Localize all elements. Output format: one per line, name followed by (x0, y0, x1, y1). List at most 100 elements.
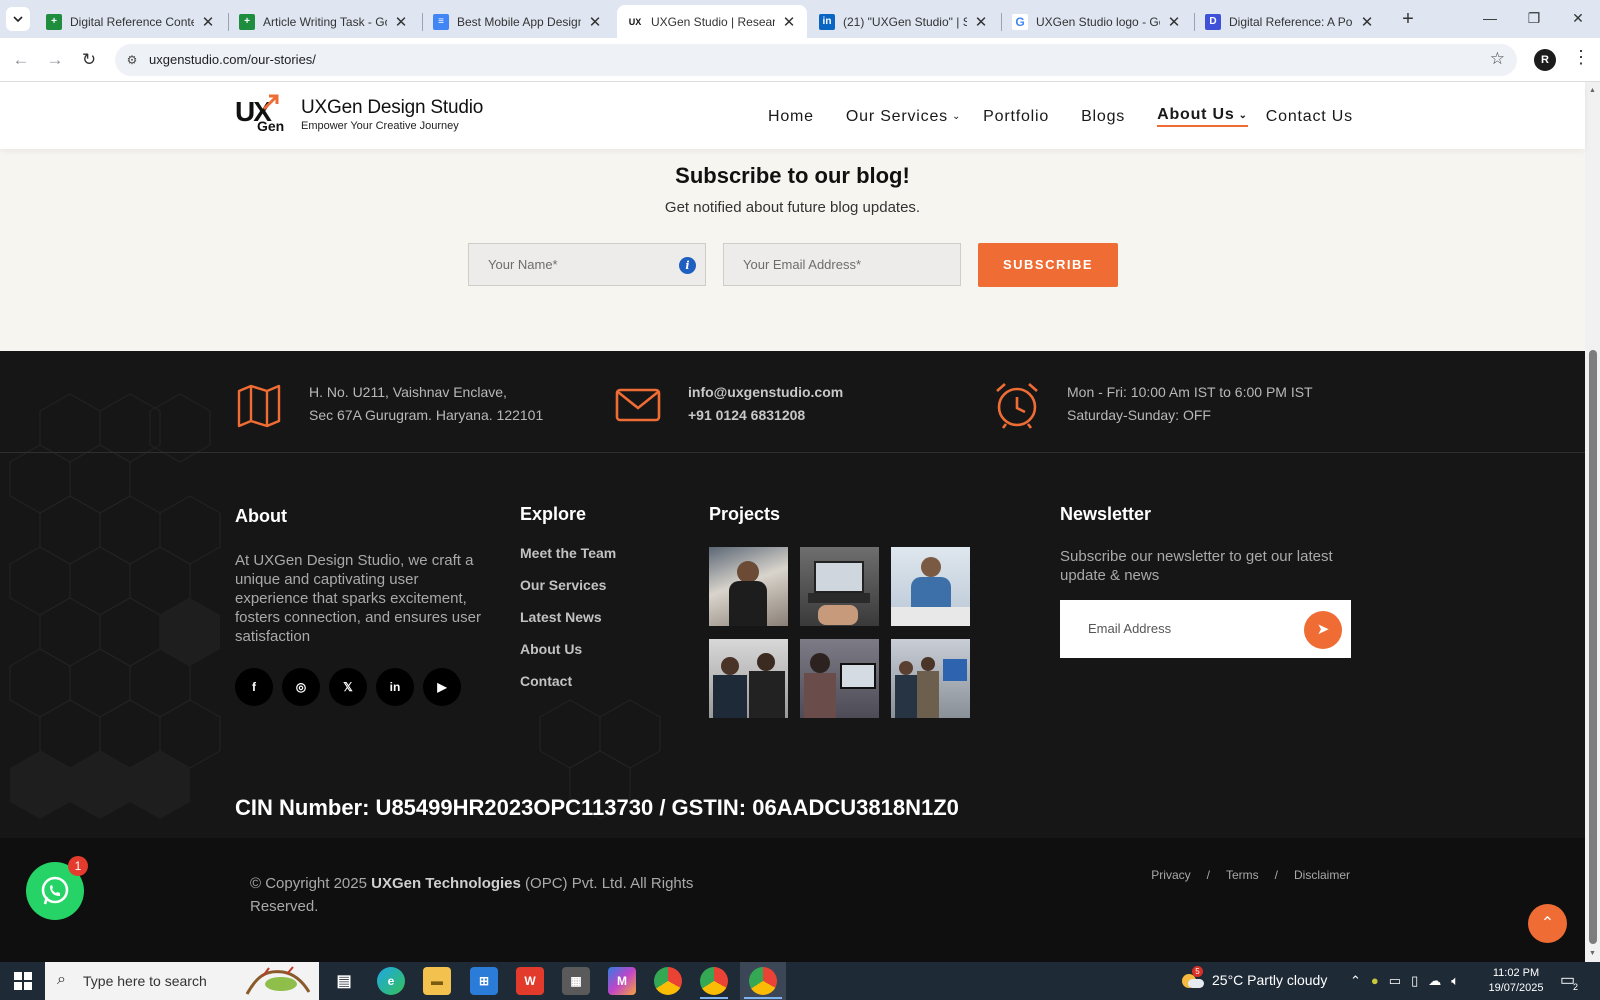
close-icon[interactable]: ✕ (587, 13, 603, 31)
browser-tab[interactable]: + Digital Reference Content ✕ (36, 5, 226, 38)
linkedin-icon[interactable]: in (376, 668, 414, 706)
alarm-clock-icon (996, 383, 1038, 429)
tab-search-button[interactable] (6, 7, 30, 31)
nav-contact-us[interactable]: Contact Us (1266, 108, 1353, 126)
taskbar-search-box[interactable]: ⌕ Type here to search (45, 962, 319, 1000)
volume-icon[interactable]: 🔈︎ (1451, 973, 1459, 989)
browser-tab[interactable]: ≡ Best Mobile App Design ✕ (423, 5, 613, 38)
new-tab-button[interactable]: + (1395, 6, 1421, 32)
close-icon[interactable]: ✕ (1166, 13, 1182, 31)
nav-about-us[interactable]: About Us ⌄ (1157, 106, 1248, 127)
explore-link[interactable]: About Us (520, 641, 616, 673)
subscribe-button[interactable]: SUBSCRIBE (978, 243, 1118, 287)
notification-count: 2 (1573, 982, 1579, 992)
close-window-button[interactable]: ✕ (1558, 5, 1598, 31)
taskbar-clock[interactable]: 11:02 PM 19/07/2025 (1488, 966, 1544, 996)
contact-phone-link[interactable]: +91 0124 6831208 (688, 404, 843, 427)
disclaimer-link[interactable]: Disclaimer (1294, 868, 1350, 882)
close-icon[interactable]: ✕ (973, 13, 989, 31)
app-icon[interactable]: ▦ (562, 967, 590, 995)
send-icon[interactable]: ➤ (1304, 611, 1342, 649)
bookmark-star-icon[interactable]: ☆ (1490, 49, 1505, 69)
explore-link[interactable]: Meet the Team (520, 545, 616, 577)
url-text[interactable]: uxgenstudio.com/our-stories/ (149, 52, 316, 67)
close-icon[interactable]: ✕ (1359, 13, 1375, 31)
explore-link[interactable]: Latest News (520, 609, 616, 641)
explore-link[interactable]: Our Services (520, 577, 616, 609)
page-viewport: UX Gen UXGen Design Studio Empower Your … (0, 82, 1600, 962)
nav-portfolio[interactable]: Portfolio (983, 108, 1049, 126)
back-button[interactable]: ← (8, 47, 34, 73)
nav-our-services[interactable]: Our Services ⌄ (846, 108, 961, 126)
project-image[interactable] (891, 639, 970, 718)
cin-gstin-text: CIN Number: U85499HR2023OPC113730 / GSTI… (235, 795, 959, 820)
page-scrollbar[interactable]: ▲ ▼ (1585, 82, 1600, 962)
task-view-icon[interactable]: ▤ (330, 967, 358, 995)
privacy-link[interactable]: Privacy (1151, 868, 1190, 882)
reload-button[interactable]: ↻ (76, 47, 102, 73)
running-indicator (700, 997, 728, 999)
browser-tab[interactable]: D Digital Reference: A Portf ✕ (1195, 5, 1385, 38)
site-info-icon[interactable]: ⚙ (123, 51, 141, 69)
email-input[interactable]: Your Email Address* (723, 243, 961, 286)
windows-logo-icon (13, 972, 32, 990)
docs-icon: ≡ (433, 13, 449, 30)
close-icon[interactable]: ✕ (781, 13, 797, 31)
profile-avatar[interactable]: R (1534, 49, 1556, 71)
display-icon[interactable]: ▭ (1389, 973, 1401, 989)
explore-link[interactable]: Contact (520, 673, 616, 705)
start-button[interactable] (0, 962, 45, 1000)
x-icon[interactable]: 𝕏 (329, 668, 367, 706)
newsletter-email-input[interactable]: Email Address ➤ (1060, 600, 1351, 658)
contact-strip: H. No. U211, Vaishnav Enclave, Sec 67A G… (0, 351, 1585, 453)
nav-blogs[interactable]: Blogs (1081, 108, 1125, 126)
google-icon: G (1012, 13, 1028, 30)
search-highlight-art (245, 966, 311, 995)
project-image[interactable] (800, 639, 879, 718)
scroll-up-icon[interactable]: ▲ (1589, 87, 1596, 94)
restore-button[interactable]: ❐ (1514, 5, 1554, 31)
browser-tab[interactable]: + Article Writing Task - Goo ✕ (229, 5, 419, 38)
close-icon[interactable]: ✕ (200, 13, 216, 31)
site-logo[interactable]: UX Gen UXGen Design Studio Empower Your … (235, 92, 483, 136)
instagram-icon[interactable]: ◎ (282, 668, 320, 706)
weather-widget[interactable]: 5 25°C Partly cloudy (1182, 966, 1327, 988)
scroll-to-top-button[interactable]: ⌃ (1528, 904, 1567, 943)
whatsapp-icon (41, 876, 69, 905)
name-input[interactable]: Your Name* i (468, 243, 706, 286)
cloud-offline-icon[interactable]: ☁ (1428, 973, 1441, 989)
browser-tab-active[interactable]: UX UXGen Studio | Research ✕ (617, 5, 807, 38)
minimize-button[interactable]: — (1470, 5, 1510, 31)
chrome-active-icon[interactable] (749, 967, 777, 995)
browser-tab[interactable]: G UXGen Studio logo - Goo ✕ (1002, 5, 1192, 38)
uxgen-icon: UX (627, 13, 643, 30)
wps-office-icon[interactable]: W (516, 967, 544, 995)
chrome-icon[interactable] (654, 967, 682, 995)
project-image[interactable] (800, 547, 879, 626)
project-thumbnails (709, 547, 979, 731)
portfolio-icon: D (1205, 13, 1221, 30)
chrome-profile-icon[interactable] (700, 967, 728, 995)
microsoft-365-icon[interactable]: M (608, 967, 636, 995)
forward-button[interactable]: → (42, 47, 68, 73)
project-image[interactable] (891, 547, 970, 626)
youtube-icon[interactable]: ▶ (423, 668, 461, 706)
terms-link[interactable]: Terms (1226, 868, 1259, 882)
chevron-up-icon[interactable]: ⌃ (1350, 973, 1361, 989)
browser-menu-icon[interactable]: ⋮ (1572, 47, 1590, 68)
facebook-icon[interactable]: f (235, 668, 273, 706)
contact-email-link[interactable]: info@uxgenstudio.com (688, 381, 843, 404)
edge-icon[interactable]: e (377, 967, 405, 995)
project-image[interactable] (709, 547, 788, 626)
app-tray-icon[interactable]: ● (1371, 973, 1379, 989)
scrollbar-thumb[interactable] (1589, 350, 1597, 944)
address-bar[interactable]: ⚙ uxgenstudio.com/our-stories/ ☆ (115, 44, 1517, 76)
close-icon[interactable]: ✕ (393, 13, 409, 31)
browser-tab[interactable]: in (21) "UXGen Studio" | Sea ✕ (809, 5, 999, 38)
scroll-down-icon[interactable]: ▼ (1589, 950, 1596, 957)
project-image[interactable] (709, 639, 788, 718)
file-explorer-icon[interactable]: ▬ (423, 967, 451, 995)
device-icon[interactable]: ▯ (1411, 973, 1418, 989)
store-icon[interactable]: ⊞ (470, 967, 498, 995)
nav-home[interactable]: Home (768, 108, 814, 126)
